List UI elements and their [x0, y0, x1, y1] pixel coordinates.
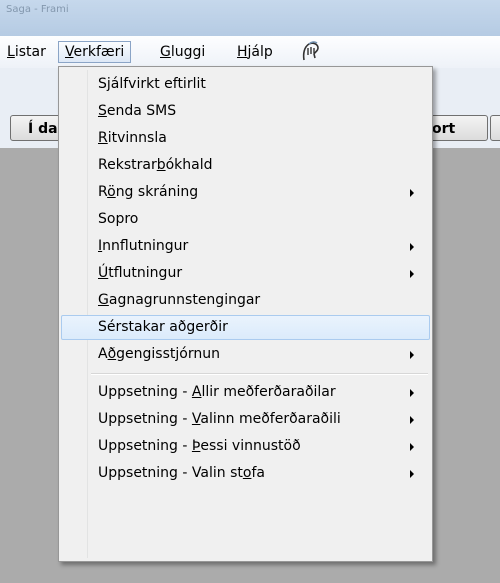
menu-item-serstakar-adgerdir[interactable]: Sérstakar aðgerðir — [61, 315, 430, 340]
menubar: Listar Verkfæri Gluggi Hjálp — [0, 36, 500, 69]
verkfaeri-dropdown: Sjálfvirkt eftirlit Senda SMS Ritvinnsla… — [58, 66, 433, 562]
menu-item-uppsetning-valin-stofa[interactable]: Uppsetning - Valin stofa — [61, 461, 430, 486]
menu-item-sopro[interactable]: Sopro — [61, 207, 430, 232]
submenu-arrow-icon — [410, 351, 414, 359]
toolbar-today-button[interactable]: Í da — [10, 115, 62, 141]
toolbar-extra-button[interactable] — [490, 115, 500, 141]
menu-item-uppsetning-allir[interactable]: Uppsetning - Allir meðferðaraðilar — [61, 380, 430, 405]
submenu-arrow-icon — [410, 416, 414, 424]
submenu-arrow-icon — [410, 443, 414, 451]
menu-item-rekstrarbokhald[interactable]: Rekstrarbókhald — [61, 153, 430, 178]
window-titlebar: Saga - Frami — [0, 0, 500, 36]
window-title: Saga - Frami — [6, 4, 69, 15]
submenu-arrow-icon — [410, 470, 414, 478]
menu-item-gagnagrunnstengingar[interactable]: Gagnagrunnstengingar — [61, 288, 430, 313]
menu-item-utflutningur[interactable]: Útflutningur — [61, 261, 430, 286]
menu-separator — [91, 373, 428, 375]
toolbar-report-button[interactable]: ort — [428, 115, 488, 141]
menu-item-rong-skraning[interactable]: Röng skráning — [61, 180, 430, 205]
menu-item-innflutningur[interactable]: Innflutningur — [61, 234, 430, 259]
menu-gluggi[interactable]: Gluggi — [155, 42, 210, 62]
submenu-arrow-icon — [410, 243, 414, 251]
menu-item-uppsetning-thessi[interactable]: Uppsetning - Þessi vinnustöð — [61, 434, 430, 459]
submenu-arrow-icon — [410, 389, 414, 397]
menu-item-adgengisstjornun[interactable]: Aðgengisstjórnun — [61, 342, 430, 367]
menu-item-senda-sms[interactable]: Senda SMS — [61, 99, 430, 124]
submenu-arrow-icon — [410, 189, 414, 197]
menu-item-sjalfvirkt-eftirlit[interactable]: Sjálfvirkt eftirlit — [61, 72, 430, 97]
help-assistant-icon[interactable] — [300, 40, 322, 64]
menu-listar[interactable]: Listar — [2, 42, 51, 62]
menu-hjalp[interactable]: Hjálp — [232, 42, 278, 62]
submenu-arrow-icon — [410, 270, 414, 278]
menu-verkfaeri[interactable]: Verkfæri — [58, 41, 132, 63]
menu-item-uppsetning-valinn[interactable]: Uppsetning - Valinn meðferðaraðili — [61, 407, 430, 432]
menu-item-ritvinnsla[interactable]: Ritvinnsla — [61, 126, 430, 151]
